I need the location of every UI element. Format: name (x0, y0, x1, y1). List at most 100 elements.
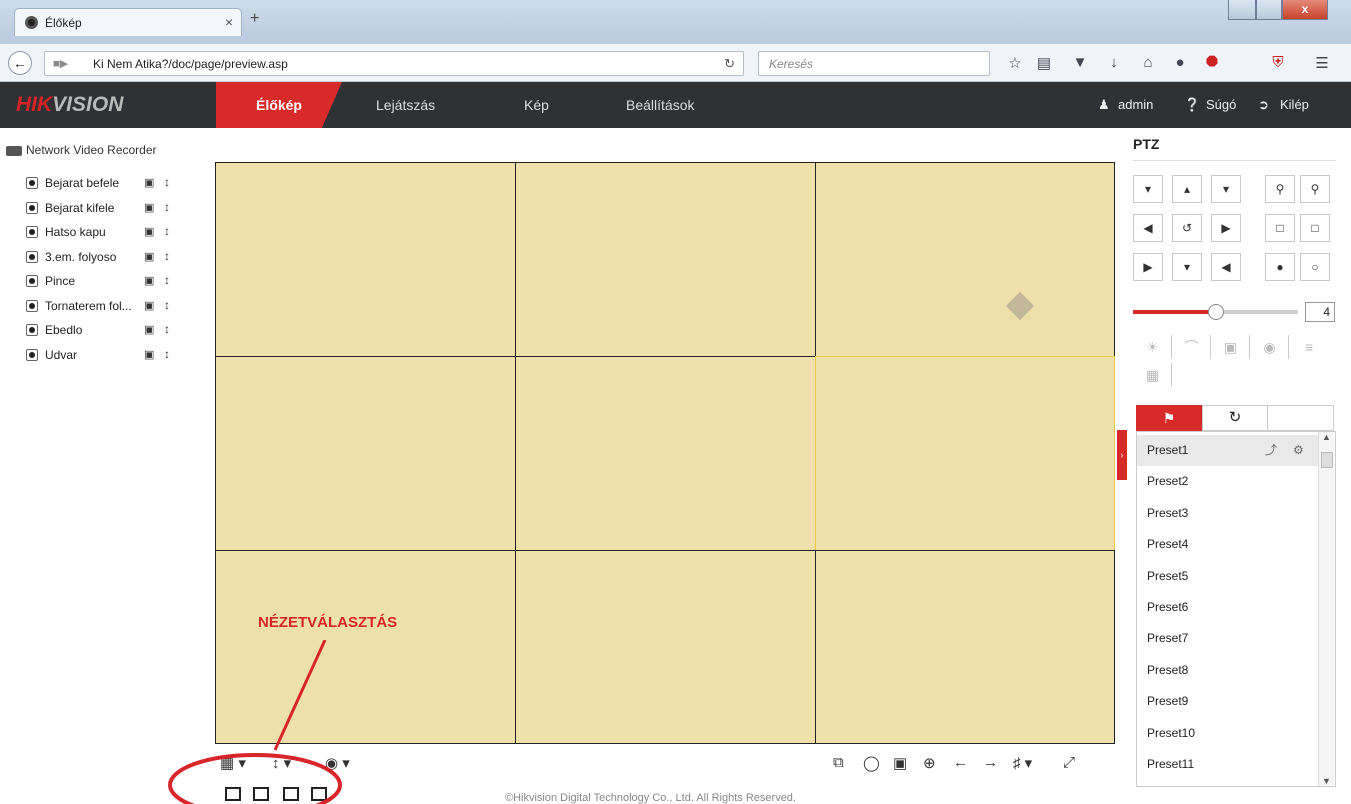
video-window[interactable] (815, 550, 1115, 744)
camera-item[interactable]: Bejarat befele ▣ ↕ (26, 173, 216, 195)
ptz-down-right-button[interactable]: ◀ (1211, 253, 1241, 281)
preset-item[interactable]: Preset3 (1137, 498, 1319, 529)
preset-item[interactable]: Preset4 (1137, 529, 1319, 560)
record-icon[interactable]: ▣ (144, 250, 154, 263)
record-icon[interactable]: ▣ (144, 348, 154, 361)
pocket-icon[interactable]: ▼ (1070, 54, 1090, 74)
reading-list-icon[interactable]: ▤ (1034, 54, 1054, 74)
ptz-up-right-button[interactable]: ▾ (1211, 175, 1241, 203)
capture-all-icon[interactable]: ⧉ (833, 754, 844, 771)
url-bar[interactable]: ■▶ Ki Nem Atika?/doc/page/preview.asp ↻ (44, 51, 744, 76)
ptz-down-button[interactable]: ▾ (1172, 253, 1202, 281)
snapshot-icon[interactable]: ◯ (863, 754, 880, 772)
wiper-icon[interactable]: ⌒ (1173, 335, 1211, 359)
manual-track-icon[interactable]: ▦ (1134, 363, 1172, 387)
set-preset-icon[interactable]: ⚙ (1293, 435, 1304, 466)
tab-patrol[interactable]: ↻ (1202, 405, 1268, 431)
download-icon[interactable]: ↓ (1104, 54, 1124, 74)
ptz-icon[interactable]: ↕ (164, 175, 170, 189)
ptz-down-left-button[interactable]: ▶ (1133, 253, 1163, 281)
window-close-button[interactable]: x (1282, 0, 1328, 20)
reload-icon[interactable]: ↻ (724, 56, 735, 72)
site-identity-icon[interactable]: ■▶ (53, 57, 68, 70)
camera-item[interactable]: Tornaterem fol... ▣ ↕ (26, 296, 216, 318)
preset-item[interactable]: Preset11 (1137, 749, 1319, 780)
tab-presets[interactable]: ⚑ (1136, 405, 1202, 431)
ptz-icon[interactable]: ↕ (164, 347, 170, 361)
camera-item[interactable]: Bejarat kifele ▣ ↕ (26, 198, 216, 220)
record-icon[interactable]: ▣ (144, 274, 154, 287)
scroll-up-icon[interactable]: ▲ (1322, 432, 1331, 442)
ptz-right-button[interactable]: ▶ (1211, 214, 1241, 242)
speed-slider-knob[interactable] (1207, 304, 1224, 320)
tab-close-icon[interactable]: × (225, 14, 233, 30)
ptz-up-left-button[interactable]: ▾ (1133, 175, 1163, 203)
home-icon[interactable]: ⌂ (1138, 54, 1158, 74)
preset-item[interactable]: Preset7 (1137, 623, 1319, 654)
scrollbar-thumb[interactable] (1321, 452, 1333, 468)
light-icon[interactable]: ☀ (1134, 335, 1172, 359)
call-preset-icon[interactable]: ⤴ (1265, 435, 1277, 466)
video-window[interactable] (215, 356, 516, 551)
logout-link[interactable]: Kilép (1280, 82, 1309, 128)
preset-item[interactable]: Preset6 (1137, 592, 1319, 623)
preset-item[interactable]: Preset5 (1137, 561, 1319, 592)
auto-focus-icon[interactable]: ▣ (1212, 335, 1250, 359)
ptz-iris-open-button[interactable]: ● (1265, 253, 1295, 281)
video-window[interactable] (515, 550, 816, 744)
adblock-icon[interactable]: ⯃ (1202, 54, 1222, 74)
record-icon[interactable]: ▣ (893, 754, 907, 772)
camera-item[interactable]: Hatso kapu ▣ ↕ (26, 222, 216, 244)
camera-item[interactable]: Udvar ▣ ↕ (26, 345, 216, 367)
chat-icon[interactable]: ● (1170, 54, 1190, 74)
maximize-button[interactable] (1256, 0, 1282, 20)
nav-playback[interactable]: Lejátszás (376, 82, 435, 128)
video-window[interactable] (215, 162, 516, 357)
ptz-icon[interactable]: ↕ (164, 273, 170, 287)
ptz-left-button[interactable]: ◀ (1133, 214, 1163, 242)
video-window[interactable] (515, 356, 816, 551)
ptz-icon[interactable]: ↕ (164, 224, 170, 238)
record-icon[interactable]: ▣ (144, 299, 154, 312)
ublock-icon[interactable]: ⛨ (1268, 54, 1288, 74)
record-icon[interactable]: ▣ (144, 225, 154, 238)
record-icon[interactable]: ▣ (144, 176, 154, 189)
preset-item[interactable]: Preset10 (1137, 718, 1319, 749)
menu-icon[interactable]: ☰ (1312, 54, 1332, 74)
next-page-icon[interactable]: → (983, 754, 998, 771)
nav-live-view[interactable]: Élőkép (216, 82, 342, 128)
back-button[interactable]: ← (8, 51, 32, 75)
record-icon[interactable]: ▣ (144, 323, 154, 336)
video-window[interactable] (515, 162, 816, 357)
preset-item[interactable]: Preset9 (1137, 686, 1319, 717)
video-window[interactable] (815, 356, 1115, 551)
preset-item[interactable]: Preset1 ⤴ ⚙ (1137, 435, 1319, 466)
audio-icon[interactable]: ♯ ▾ (1013, 754, 1032, 772)
camera-item[interactable]: 3.em. folyoso ▣ ↕ (26, 247, 216, 269)
preset-item[interactable]: Preset2 (1137, 466, 1319, 497)
device-name[interactable]: Network Video Recorder (26, 143, 157, 157)
minimize-button[interactable] (1228, 0, 1256, 20)
record-icon[interactable]: ▣ (144, 201, 154, 214)
ptz-zoom-in-button[interactable]: ⚲ (1300, 175, 1330, 203)
user-name[interactable]: admin (1118, 82, 1153, 128)
more-icon[interactable]: ≡ (1290, 335, 1328, 359)
tab-pattern[interactable] (1268, 405, 1334, 431)
lens-init-icon[interactable]: ◉ (1251, 335, 1289, 359)
nav-configuration[interactable]: Beállítások (626, 82, 694, 128)
ptz-iris-close-button[interactable]: ○ (1300, 253, 1330, 281)
ptz-focus-far-button[interactable]: □ (1300, 214, 1330, 242)
ptz-up-button[interactable]: ▴ (1172, 175, 1202, 203)
scroll-down-icon[interactable]: ▼ (1322, 776, 1331, 786)
camera-item[interactable]: Pince ▣ ↕ (26, 271, 216, 293)
fullscreen-icon[interactable]: ⤢ (1063, 754, 1075, 771)
ptz-focus-near-button[interactable]: □ (1265, 214, 1295, 242)
bookmark-star-icon[interactable]: ☆ (1005, 54, 1025, 74)
collapse-panel-handle[interactable]: › (1117, 430, 1127, 480)
new-tab-button[interactable]: + (250, 10, 259, 28)
browser-tab[interactable]: Élőkép × (14, 8, 242, 36)
ptz-icon[interactable]: ↕ (164, 298, 170, 312)
video-window[interactable] (815, 162, 1115, 357)
zoom-icon[interactable]: ⊕ (923, 754, 936, 772)
preset-item[interactable]: Preset8 (1137, 655, 1319, 686)
